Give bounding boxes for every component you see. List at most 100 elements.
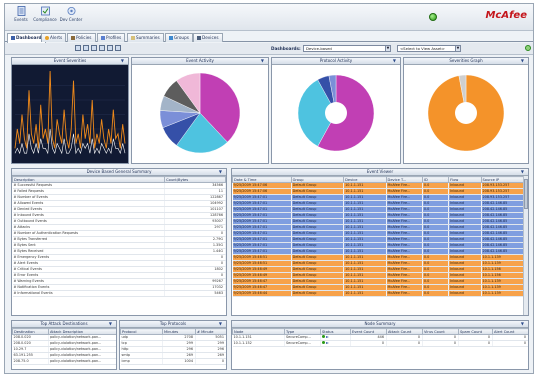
top-attack-panel: Top Attack Destinations ▼ Destination Atta…	[11, 320, 117, 370]
protocol-activity-chart	[297, 74, 375, 152]
chevron-down-icon[interactable]: ▼	[521, 58, 524, 64]
refresh-icon[interactable]	[75, 45, 81, 51]
save-icon[interactable]	[91, 45, 97, 51]
top-protocols-panel: Top Protocols ▼ Protocol Minutes # Minute u…	[119, 320, 227, 370]
table-cell: 0	[422, 340, 459, 347]
status-ok-icon	[322, 341, 325, 344]
chevron-down-icon[interactable]: ▼	[261, 58, 264, 64]
table-cell: # Informational Events	[12, 290, 166, 297]
tab-groups[interactable]: Groups	[165, 33, 193, 42]
device-summary-panel: Device Based General Summary ▼ Descriptio…	[11, 168, 227, 316]
chevron-down-icon[interactable]: ▼	[109, 321, 112, 327]
device-summary-table: Description Count/Bytes # Successful Requ…	[12, 176, 226, 297]
events-toolbar-label: Events	[14, 17, 28, 22]
dev-center-icon	[67, 7, 75, 15]
node-summary-table: Node Type Status Event Count Attack Count Vir…	[232, 328, 528, 347]
table-cell: 10.1.1.139	[481, 290, 528, 297]
node-summary-title-text: Node Summary	[364, 321, 396, 326]
table-row[interactable]: 9/25/2009 15:46:44 Default Group 10.1.1.15…	[232, 290, 528, 297]
chevron-down-icon[interactable]: ▼	[219, 321, 222, 327]
tab-policies-label: Policies	[76, 35, 92, 40]
event-severities-title-text: Event Severities	[53, 58, 87, 63]
table-cell: 0.0	[422, 290, 450, 297]
dev-center-toolbar-button[interactable]: Dev Center	[59, 6, 83, 28]
dashboard-select-value: Device-based	[306, 46, 332, 51]
status-play-icon	[326, 336, 329, 338]
table-row[interactable]: 63.191.255 policy-violation/network-pan..…	[12, 352, 116, 359]
chevron-down-icon[interactable]: ▼	[219, 169, 222, 175]
severities-graph-title-text: Severities Graph	[449, 58, 483, 63]
event-severities-title: Event Severities ▼	[12, 58, 128, 65]
connection-status-icon	[429, 13, 437, 21]
table-cell: 0	[386, 340, 423, 347]
event-severities-chart	[12, 65, 128, 163]
tab-dashboard-label: Dashboard	[16, 35, 42, 40]
add-icon[interactable]	[83, 45, 89, 51]
top-attack-title-text: Top Attack Destinations	[40, 321, 88, 326]
table-cell: McAfee Fire...	[386, 290, 423, 297]
chevron-down-icon[interactable]: ▼	[393, 58, 396, 64]
protocol-activity-panel: Protocol Activity ▼	[271, 57, 401, 164]
dev-center-toolbar-label: Dev Center	[59, 17, 83, 22]
event-viewer-panel: Event Viewer ▼ Date & Time Group Device Devi…	[231, 168, 529, 316]
tab-summaries[interactable]: Summaries	[127, 33, 164, 42]
tab-devices[interactable]: Devices	[193, 33, 223, 42]
dashboards-label: Dashboards:	[271, 46, 301, 51]
table-cell: SecureComp...	[284, 340, 321, 347]
pie-center-hole	[325, 102, 347, 124]
edit-icon[interactable]	[99, 45, 105, 51]
table-cell: Default Group	[291, 290, 345, 297]
event-activity-chart	[159, 72, 241, 154]
severities-graph-panel: Severities Graph ▼	[403, 57, 529, 164]
tab-groups-label: Groups	[174, 35, 189, 40]
chevron-down-icon[interactable]: ▼	[521, 169, 524, 175]
tab-alerts[interactable]: Alerts	[41, 33, 67, 42]
status-play-icon	[326, 342, 329, 344]
events-toolbar-button[interactable]: Events	[9, 6, 33, 28]
top-protocols-table: Protocol Minutes # Minute udp 2708 5051 tcp 29…	[120, 328, 226, 365]
compliance-toolbar-button[interactable]: Compliance	[33, 6, 57, 28]
chevron-down-icon: ▼	[455, 46, 460, 51]
table-row[interactable]: # Informational Events 5463	[12, 290, 226, 297]
dashboard-select[interactable]: Device-based ▼	[303, 45, 391, 52]
event-activity-title: Event Activity ▼	[132, 58, 268, 65]
severities-graph-title: Severities Graph ▼	[404, 58, 528, 65]
chevron-down-icon: ▼	[385, 46, 390, 51]
table-cell	[320, 340, 351, 347]
events-icon	[17, 6, 25, 16]
severity-series-line	[14, 70, 126, 149]
summaries-icon	[131, 35, 135, 40]
layout-icon[interactable]	[107, 45, 113, 51]
event-viewer-scrollbar[interactable]	[523, 176, 528, 315]
top-protocols-title-text: Top Protocols	[159, 321, 187, 326]
table-row[interactable]: 208.0.020 policy-violation/network-pan...	[12, 340, 116, 347]
table-cell: icmp	[120, 358, 163, 365]
table-row[interactable]: 10.1.1.152 SecureComp... 0 0 0 0 0	[232, 340, 528, 347]
pie-center-hole	[455, 102, 477, 124]
chevron-down-icon[interactable]: ▼	[521, 321, 524, 327]
table-cell: 10.1.1.152	[232, 340, 285, 347]
tab-alerts-label: Alerts	[50, 35, 63, 40]
app-window: Events Compliance Dev Center McAfee Dash…	[4, 3, 534, 374]
asset-select[interactable]: <Select to View Asset> ▼	[397, 45, 461, 52]
alerts-icon	[45, 35, 49, 40]
dashboard-icon	[11, 35, 15, 40]
tab-dashboard[interactable]: Dashboard	[7, 33, 46, 43]
table-cell: 0	[458, 340, 493, 347]
chevron-down-icon[interactable]: ▼	[121, 58, 124, 64]
table-row[interactable]: 208.0.020 policy-violation/network-pan...	[12, 334, 116, 341]
print-icon[interactable]	[115, 45, 121, 51]
devices-icon	[197, 35, 201, 40]
table-cell: policy-violation/network-pan...	[48, 358, 116, 365]
protocol-activity-title: Protocol Activity ▼	[272, 58, 400, 65]
event-activity-panel: Event Activity ▼	[131, 57, 269, 164]
table-row[interactable]: icmp 1004 0	[120, 358, 226, 365]
scrollbar-thumb[interactable]	[524, 179, 528, 209]
table-cell: 0	[492, 340, 528, 347]
table-cell: 0	[195, 358, 226, 365]
main-tab-strip: Dashboard Alerts Policies Profiles Summa…	[5, 32, 533, 43]
tab-policies[interactable]: Policies	[67, 33, 96, 42]
tab-devices-label: Devices	[202, 35, 219, 40]
tab-profiles[interactable]: Profiles	[97, 33, 126, 42]
table-row[interactable]: 208.75.0 policy-violation/network-pan...	[12, 358, 116, 365]
